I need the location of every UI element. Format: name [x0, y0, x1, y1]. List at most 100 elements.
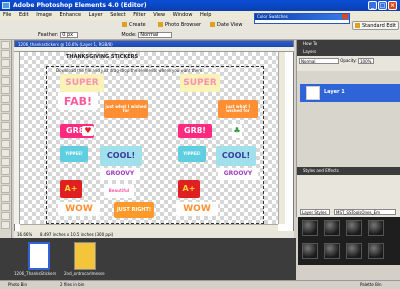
sticker-just-right[interactable]: JUST RIGHT!: [114, 202, 154, 218]
sticker-super-2[interactable]: SUPER: [180, 74, 220, 92]
style-library-select[interactable]: MST_SSToolsOnes_Em: [334, 209, 396, 215]
heart-sticker-icon[interactable]: ♥: [82, 126, 94, 136]
layer-row[interactable]: Layer 1: [300, 84, 400, 102]
text-tool-icon[interactable]: [1, 113, 10, 121]
photo-bin-label[interactable]: Photo Bin: [8, 281, 27, 289]
menu-image[interactable]: Image: [33, 11, 55, 20]
styles-controls: [297, 175, 400, 190]
layer-name: Layer 1: [324, 89, 345, 95]
zoom-level[interactable]: 16.66%: [17, 232, 32, 237]
minimize-icon[interactable]: _: [368, 1, 377, 10]
lasso-tool-icon[interactable]: [1, 86, 10, 94]
layer-thumbnail: [306, 86, 320, 100]
sticker-cool[interactable]: COOL!: [100, 146, 142, 166]
magic-wand-tool-icon[interactable]: [1, 95, 10, 103]
window-title: Adobe Photoshop Elements 4.0 (Editor): [13, 2, 147, 9]
layers-panel-header[interactable]: Layers: [297, 48, 400, 56]
cookie-cutter-tool-icon[interactable]: [1, 131, 10, 139]
maximize-icon[interactable]: □: [378, 1, 387, 10]
tree-sticker-icon[interactable]: ♣: [232, 124, 242, 138]
palette-bin-label[interactable]: Palette Bin: [360, 281, 382, 289]
menu-select[interactable]: Select: [107, 11, 128, 20]
color-swatches-title-text: Color Swatches: [257, 14, 288, 19]
standard-edit-button[interactable]: Standard Edit: [352, 21, 400, 30]
bin-thumbnail-1[interactable]: [28, 242, 50, 270]
menu-window[interactable]: Window: [170, 11, 196, 20]
style-thumbnail[interactable]: [302, 220, 318, 236]
sticker-gr8-2[interactable]: GR8!: [178, 124, 212, 138]
style-thumbnail[interactable]: [324, 220, 340, 236]
opacity-input[interactable]: 100%: [358, 58, 375, 64]
mode-select[interactable]: Normal: [138, 31, 173, 38]
mode-label: Mode:: [121, 32, 137, 38]
clone-stamp-tool-icon[interactable]: [1, 158, 10, 166]
status-line: 16.66% 8.497 inches x 10.5 inches (300 p…: [14, 231, 294, 238]
create-button[interactable]: Create: [120, 21, 148, 30]
zoom-tool-icon[interactable]: [1, 50, 10, 58]
sticker-cool-2[interactable]: COOL!: [216, 146, 256, 166]
brush-tool-icon[interactable]: [1, 176, 10, 184]
sticker-wished-for[interactable]: just what I wished for: [104, 100, 148, 118]
sticker-wished-for-2[interactable]: just what I wished for: [218, 100, 258, 118]
style-thumbnail[interactable]: [346, 220, 362, 236]
marquee-options: Feather: 0 px Mode: Normal: [38, 31, 173, 39]
style-thumbnail[interactable]: [302, 243, 318, 259]
sticker-groovy-2[interactable]: GROOVY: [218, 168, 258, 180]
blend-mode-select[interactable]: Normal: [299, 58, 339, 64]
menu-help[interactable]: Help: [197, 11, 214, 20]
vertical-scrollbar[interactable]: [278, 52, 285, 224]
photoshop-app-icon: [2, 2, 10, 9]
menu-layer[interactable]: Layer: [86, 11, 106, 20]
marquee-tool-icon[interactable]: [1, 77, 10, 85]
eyedropper-tool-icon[interactable]: [1, 68, 10, 76]
selection-brush-tool-icon[interactable]: [1, 104, 10, 112]
feather-input[interactable]: 0 px: [60, 31, 79, 38]
sticker-a-plus[interactable]: A+: [60, 180, 82, 198]
shape-tool-icon[interactable]: [1, 203, 10, 211]
palette-bin: How To Layers Normal Opacity: 100% Style…: [296, 40, 400, 217]
gradient-tool-icon[interactable]: [1, 194, 10, 202]
menu-view[interactable]: View: [150, 11, 168, 20]
photo-browser-button[interactable]: Photo Browser: [158, 21, 201, 30]
blur-tool-icon[interactable]: [1, 212, 10, 220]
crop-tool-icon[interactable]: [1, 122, 10, 130]
style-thumbnail[interactable]: [324, 243, 340, 259]
layers-controls: Normal Opacity: 100%: [297, 56, 400, 71]
footer-bar: Photo Bin 2 files in bin Palette Bin: [0, 280, 400, 289]
bin-caption-1: 1206_ThanksStickers: [14, 271, 57, 276]
styles-panel-header[interactable]: Styles and Effects: [297, 167, 400, 175]
title-bar: Adobe Photoshop Elements 4.0 (Editor) _ …: [0, 0, 400, 11]
paint-bucket-tool-icon[interactable]: [1, 185, 10, 193]
sticker-wow-2[interactable]: WOW: [176, 202, 218, 216]
color-swatches-window[interactable]: Color Swatches: [254, 13, 350, 24]
style-thumbnail[interactable]: [346, 243, 362, 259]
menu-edit[interactable]: Edit: [16, 11, 32, 20]
sticker-wow[interactable]: WOW: [58, 202, 100, 216]
menu-filter[interactable]: Filter: [130, 11, 148, 20]
close-icon[interactable]: ×: [388, 1, 397, 10]
sticker-beautiful[interactable]: Beautiful: [104, 184, 134, 198]
menu-enhance[interactable]: Enhance: [57, 11, 85, 20]
how-to-panel-header[interactable]: How To: [297, 40, 400, 48]
toolbox: [0, 40, 12, 250]
sticker-super[interactable]: SUPER: [60, 74, 104, 92]
style-thumbnail[interactable]: [368, 220, 384, 236]
sticker-yippee-2[interactable]: YIPPEE!: [178, 146, 206, 162]
date-view-button[interactable]: Date View: [210, 21, 242, 30]
style-thumbnail[interactable]: [368, 243, 384, 259]
red-eye-tool-icon[interactable]: [1, 140, 10, 148]
hand-tool-icon[interactable]: [1, 59, 10, 67]
move-tool-icon[interactable]: [1, 41, 10, 49]
layer-style-select[interactable]: Layer Styles: [300, 209, 330, 215]
horizontal-scrollbar[interactable]: [20, 224, 278, 231]
sticker-yippee[interactable]: YIPPEE!: [60, 146, 88, 162]
sticker-groovy[interactable]: GROOVY: [100, 168, 140, 180]
sponge-tool-icon[interactable]: [1, 221, 10, 229]
sticker-a-plus-2[interactable]: A+: [178, 180, 200, 198]
menu-file[interactable]: File: [0, 11, 14, 20]
sticker-fab[interactable]: FAB!: [58, 92, 98, 110]
healing-brush-tool-icon[interactable]: [1, 149, 10, 157]
eraser-tool-icon[interactable]: [1, 167, 10, 175]
close-icon[interactable]: [342, 14, 348, 19]
bin-thumbnail-2[interactable]: [74, 242, 96, 270]
